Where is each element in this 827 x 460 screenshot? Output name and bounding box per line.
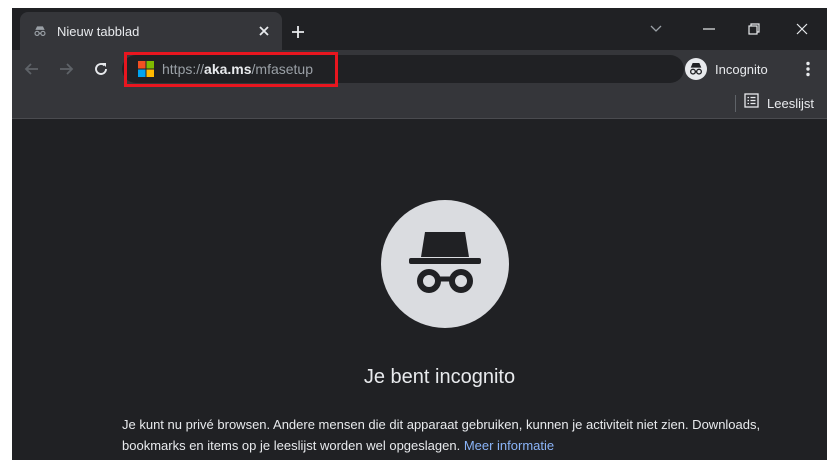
address-bar[interactable]: https://aka.ms/mfasetup — [122, 55, 684, 83]
description-text: Je kunt nu privé browsen. Andere mensen … — [122, 417, 761, 453]
url-path: /mfasetup — [251, 61, 313, 77]
url-scheme: https:// — [162, 61, 205, 77]
incognito-profile-button[interactable]: Incognito — [685, 55, 768, 83]
reload-icon[interactable] — [87, 55, 115, 83]
incognito-illustration — [381, 200, 509, 328]
reading-list-button[interactable]: Leeslijst — [744, 91, 814, 115]
tab-new-tab[interactable]: Nieuw tabblad — [20, 12, 282, 50]
learn-more-link[interactable]: Meer informatie — [464, 438, 554, 453]
profile-label: Incognito — [715, 61, 768, 77]
microsoft-logo-icon — [138, 61, 154, 77]
browser-window: Nieuw tabblad https://aka.ms/mfasetup In… — [12, 8, 827, 460]
chevron-down-icon[interactable] — [636, 14, 676, 44]
page-heading: Je bent incognito — [363, 366, 516, 388]
incognito-icon — [409, 232, 481, 293]
tab-title: Nieuw tabblad — [57, 23, 140, 39]
restore-icon[interactable] — [734, 14, 774, 44]
close-icon[interactable] — [252, 19, 276, 43]
incognito-icon — [685, 58, 707, 80]
bookmarks-divider — [735, 95, 736, 112]
incognito-page: Je bent incognito Je kunt nu privé brows… — [12, 119, 827, 460]
bookmarks-bar: Leeslijst — [12, 88, 827, 119]
incognito-description: Je kunt nu privé browsen. Andere mensen … — [122, 414, 762, 456]
plus-icon[interactable] — [286, 20, 310, 44]
back-arrow-icon[interactable] — [18, 55, 46, 83]
toolbar: https://aka.ms/mfasetup Incognito — [12, 50, 827, 88]
reading-list-icon — [744, 93, 759, 113]
url-host: aka.ms — [204, 61, 252, 77]
reading-list-label: Leeslijst — [767, 95, 814, 111]
more-vert-icon[interactable] — [796, 55, 820, 83]
tab-strip: Nieuw tabblad — [12, 8, 827, 50]
minimize-icon[interactable] — [689, 14, 729, 44]
url-text: https://aka.ms/mfasetup — [162, 61, 313, 77]
incognito-icon — [32, 23, 48, 39]
forward-arrow-icon[interactable] — [52, 55, 80, 83]
window-close-icon[interactable] — [782, 14, 822, 44]
